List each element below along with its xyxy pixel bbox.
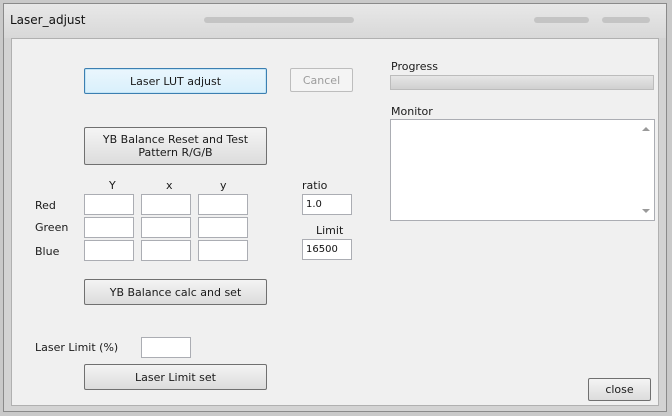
laser-lut-adjust-button[interactable]: Laser LUT adjust [84,68,267,94]
red-x-field[interactable] [141,194,191,215]
limit-label: Limit [316,224,344,237]
column-header-x: x [166,179,173,192]
laser-adjust-window: Laser_adjust Laser LUT adjust Cancel YB … [3,3,667,412]
cancel-button[interactable]: Cancel [290,68,353,92]
laser-limit-label: Laser Limit (%) [35,341,119,354]
column-header-Y: Y [109,179,116,192]
title-bar[interactable]: Laser_adjust [4,4,666,38]
window-title: Laser_adjust [10,13,86,27]
laser-limit-field[interactable] [141,337,191,358]
green-y-field[interactable] [198,217,248,238]
ratio-label: ratio [302,179,328,192]
row-label-green: Green [35,221,69,234]
monitor-textarea[interactable] [390,119,655,221]
red-y-field[interactable] [198,194,248,215]
ratio-field[interactable]: 1.0 [302,194,352,215]
title-bar-blurred-text [534,17,589,23]
row-label-red: Red [35,199,56,212]
monitor-scrollbar[interactable] [639,120,654,220]
close-button[interactable]: close [588,378,651,401]
blue-Y-field[interactable] [84,240,134,261]
title-bar-blurred-text [602,17,650,23]
laser-limit-set-button[interactable]: Laser Limit set [84,364,267,390]
limit-field[interactable]: 16500 [302,239,352,260]
blue-x-field[interactable] [141,240,191,261]
yb-balance-calc-and-set-button[interactable]: YB Balance calc and set [84,279,267,305]
red-Y-field[interactable] [84,194,134,215]
scroll-up-arrow-icon[interactable] [642,127,650,131]
scroll-down-arrow-icon[interactable] [642,209,650,213]
yb-balance-reset-test-pattern-button[interactable]: YB Balance Reset and Test Pattern R/G/B [84,127,267,165]
blue-y-field[interactable] [198,240,248,261]
progress-label: Progress [391,60,438,73]
title-bar-blurred-text [204,17,354,23]
green-Y-field[interactable] [84,217,134,238]
green-x-field[interactable] [141,217,191,238]
dialog-body: Laser LUT adjust Cancel YB Balance Reset… [11,38,659,406]
row-label-blue: Blue [35,245,60,258]
progress-bar [390,75,654,90]
column-header-y: y [220,179,227,192]
monitor-label: Monitor [391,105,433,118]
